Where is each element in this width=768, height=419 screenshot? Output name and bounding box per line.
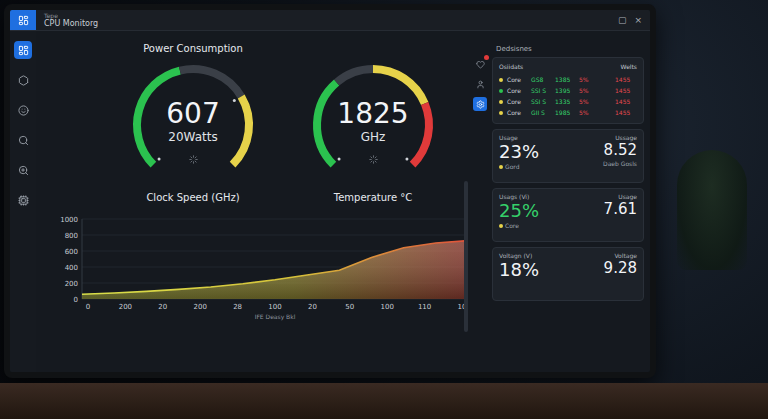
gauge: Power Consumption 60720Watts Clock Speed (… — [118, 43, 268, 203]
window-title: Tepe — [44, 12, 618, 19]
table-row[interactable]: CoreSSI S13355%1455 — [499, 96, 637, 107]
nav-icon — [18, 135, 29, 146]
table-row[interactable]: CoreSSI S13955%1455 — [499, 85, 637, 96]
svg-text:1000: 1000 — [60, 216, 78, 224]
svg-text:600: 600 — [65, 248, 78, 256]
desk — [0, 383, 768, 419]
window-control[interactable]: × — [634, 15, 642, 25]
svg-text:200: 200 — [65, 280, 78, 288]
usage-chart: 1000 800 600 400 200 00 200 20 200 28 100 20 50 100 11… — [48, 213, 478, 325]
stat-card: Usags (Vi)25%Core Usage7.61 — [492, 188, 644, 242]
gauge-unit: GHz — [361, 130, 386, 145]
panel-tab[interactable] — [473, 97, 487, 111]
notification-badge — [484, 55, 489, 60]
tab-icon — [476, 60, 485, 69]
table-row[interactable]: CoreGS813855%1455 — [499, 74, 637, 85]
svg-text:800: 800 — [65, 232, 78, 240]
svg-text:20: 20 — [158, 303, 167, 311]
card-right-value: 8.52 — [604, 142, 637, 159]
app-logo-icon — [10, 10, 36, 30]
card-sub: Core — [499, 222, 519, 230]
side-panel: DedsisnesOsiidatsWeltsCoreGS813855%1455C… — [472, 31, 650, 372]
plant-decoration — [677, 150, 747, 270]
table-unit: Welts — [621, 63, 637, 70]
window-control[interactable]: ▢ — [618, 15, 627, 25]
svg-text:0: 0 — [74, 296, 78, 304]
status-dot — [499, 89, 503, 93]
scene: TepeCPU Monitorg▢×Power Consumption60720… — [0, 0, 768, 419]
svg-text:400: 400 — [65, 264, 78, 272]
nav-icon — [18, 45, 29, 56]
title-bar: TepeCPU Monitorg▢ × — [10, 10, 650, 31]
svg-text:110: 110 — [418, 303, 431, 311]
gauge-value: 607 — [166, 98, 219, 130]
card-right-value: 9.28 — [604, 260, 637, 277]
card-label: Usage — [499, 134, 518, 142]
app-title: CPU Monitorg — [44, 19, 618, 29]
nav-icon — [18, 165, 29, 176]
stat-card: Usage23%Gord Ussage8.52Daeb Gosls — [492, 129, 644, 183]
gauge-unit: 20Watts — [168, 130, 217, 145]
table-title: Osiidats — [499, 63, 523, 70]
cores-table: OsiidatsWeltsCoreGS813855%1455CoreSSI S1… — [492, 57, 644, 124]
monitor: TepeCPU Monitorg▢×Power Consumption60720… — [4, 4, 656, 378]
gauge-caption: Clock Speed (GHz) — [146, 192, 239, 203]
svg-text:IFE Deasy Bkl: IFE Deasy Bkl — [255, 313, 296, 321]
stat-card: Voltagn (V)18% Voltage9.28 — [492, 247, 644, 301]
sidebar-item[interactable] — [14, 191, 32, 209]
tab-icon — [476, 100, 485, 109]
card-label: Usags (Vi) — [499, 193, 529, 201]
spinner-icon — [369, 155, 378, 164]
card-value: 18% — [499, 260, 539, 281]
svg-text:200: 200 — [194, 303, 207, 311]
card-value: 23% — [499, 142, 539, 163]
sidebar-item[interactable] — [14, 71, 32, 89]
gauge-caption: Temperature °C — [334, 192, 413, 203]
table-row[interactable]: CoreGII S19855%1455 — [499, 107, 637, 118]
card-sub: Gord — [499, 163, 520, 171]
nav-icon — [18, 105, 29, 116]
panel-title: Dedsisnes — [472, 45, 644, 53]
sidebar-item[interactable] — [14, 131, 32, 149]
card-right-label: Voltage — [614, 252, 637, 260]
nav-icon — [18, 75, 29, 86]
status-dot — [499, 78, 503, 82]
nav-icon — [18, 195, 29, 206]
svg-text:0: 0 — [86, 303, 90, 311]
panel-tab[interactable] — [473, 57, 487, 71]
gauge-value: 1825 — [337, 98, 408, 130]
card-value: 25% — [499, 201, 539, 222]
sidebar — [10, 31, 36, 372]
card-right-value: 7.61 — [604, 201, 637, 218]
svg-text:50: 50 — [345, 303, 354, 311]
gauge-title: Power Consumption — [143, 43, 243, 56]
svg-text:100: 100 — [268, 303, 281, 311]
tab-icon — [476, 80, 485, 89]
card-right-sub: Daeb Gosls — [603, 159, 637, 167]
svg-text:20: 20 — [308, 303, 317, 311]
card-right-label: Ussage — [615, 134, 637, 142]
card-label: Voltagn (V) — [499, 252, 532, 260]
sidebar-item[interactable] — [14, 161, 32, 179]
svg-text:100: 100 — [381, 303, 394, 311]
status-dot — [499, 100, 503, 104]
svg-text:200: 200 — [119, 303, 132, 311]
card-right-label: Usage — [618, 193, 637, 201]
sidebar-item[interactable] — [14, 101, 32, 119]
scrollbar[interactable] — [464, 181, 468, 332]
spinner-icon — [189, 155, 198, 164]
gauge: 1825GHz Temperature °C — [298, 43, 448, 203]
sidebar-item[interactable] — [14, 41, 32, 59]
svg-text:28: 28 — [233, 303, 242, 311]
panel-tab[interactable] — [473, 77, 487, 91]
status-dot — [499, 111, 503, 115]
